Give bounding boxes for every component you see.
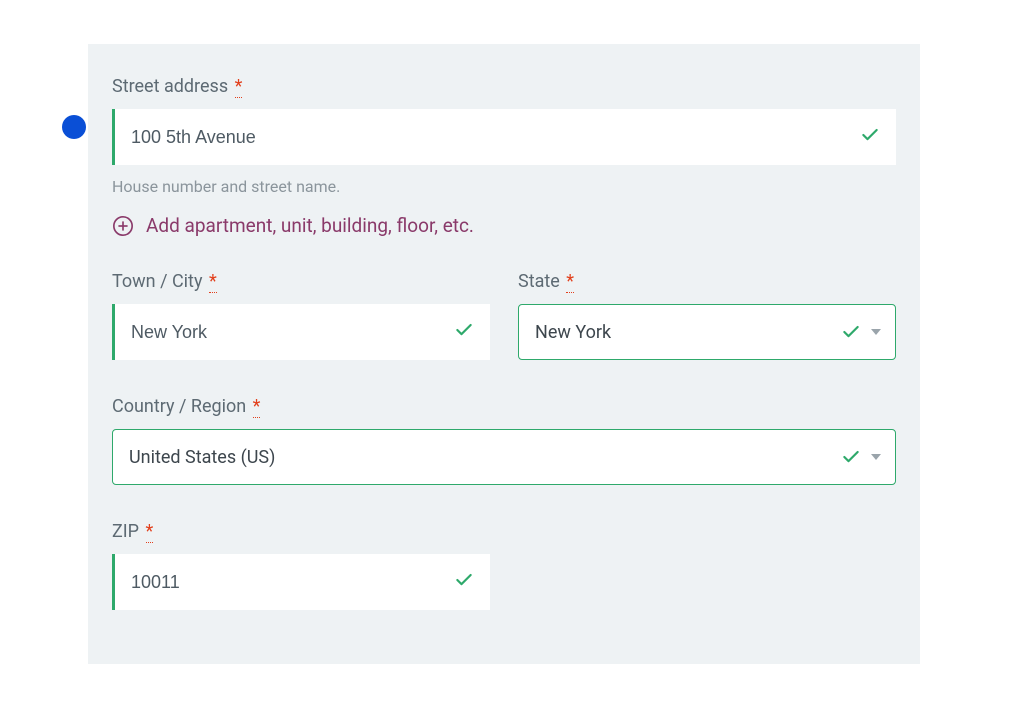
address-form-panel: Street address * House number and street…: [88, 44, 920, 664]
street-address-input-wrap: [112, 109, 896, 165]
country-value: United States (US): [129, 447, 275, 468]
state-select[interactable]: New York: [518, 304, 896, 360]
street-address-label: Street address *: [112, 76, 896, 97]
zip-input[interactable]: [112, 554, 490, 610]
add-apartment-text: Add apartment, unit, building, floor, et…: [146, 214, 474, 237]
required-mark: *: [253, 396, 261, 418]
select-icons: [841, 447, 881, 467]
country-label: Country / Region *: [112, 396, 896, 417]
state-col: State * New York: [518, 271, 896, 360]
state-label: State *: [518, 271, 896, 292]
required-mark: *: [235, 76, 243, 98]
label-text: Street address: [112, 76, 228, 97]
add-apartment-link[interactable]: Add apartment, unit, building, floor, et…: [112, 214, 896, 237]
required-mark: *: [146, 521, 154, 543]
label-text: Town / City: [112, 271, 202, 292]
focus-marker-dot: [62, 115, 86, 139]
city-label: Town / City *: [112, 271, 490, 292]
country-block: Country / Region * United States (US): [112, 396, 896, 485]
country-select[interactable]: United States (US): [112, 429, 896, 485]
caret-down-icon: [871, 454, 881, 460]
label-text: ZIP: [112, 521, 139, 542]
caret-down-icon: [871, 329, 881, 335]
city-state-row: Town / City * State * New York: [112, 271, 896, 360]
street-address-input[interactable]: [112, 109, 896, 165]
required-mark: *: [566, 271, 574, 293]
zip-label: ZIP *: [112, 521, 490, 542]
zip-input-wrap: [112, 554, 490, 610]
checkmark-icon: [841, 322, 861, 342]
checkmark-icon: [841, 447, 861, 467]
select-icons: [841, 322, 881, 342]
required-mark: *: [209, 271, 217, 293]
city-input-wrap: [112, 304, 490, 360]
city-col: Town / City *: [112, 271, 490, 360]
zip-block: ZIP *: [112, 521, 490, 610]
state-value: New York: [535, 322, 611, 343]
label-text: Country / Region: [112, 396, 246, 417]
city-input[interactable]: [112, 304, 490, 360]
plus-circle-icon: [112, 215, 134, 237]
label-text: State: [518, 271, 560, 292]
street-address-hint: House number and street name.: [112, 177, 896, 196]
